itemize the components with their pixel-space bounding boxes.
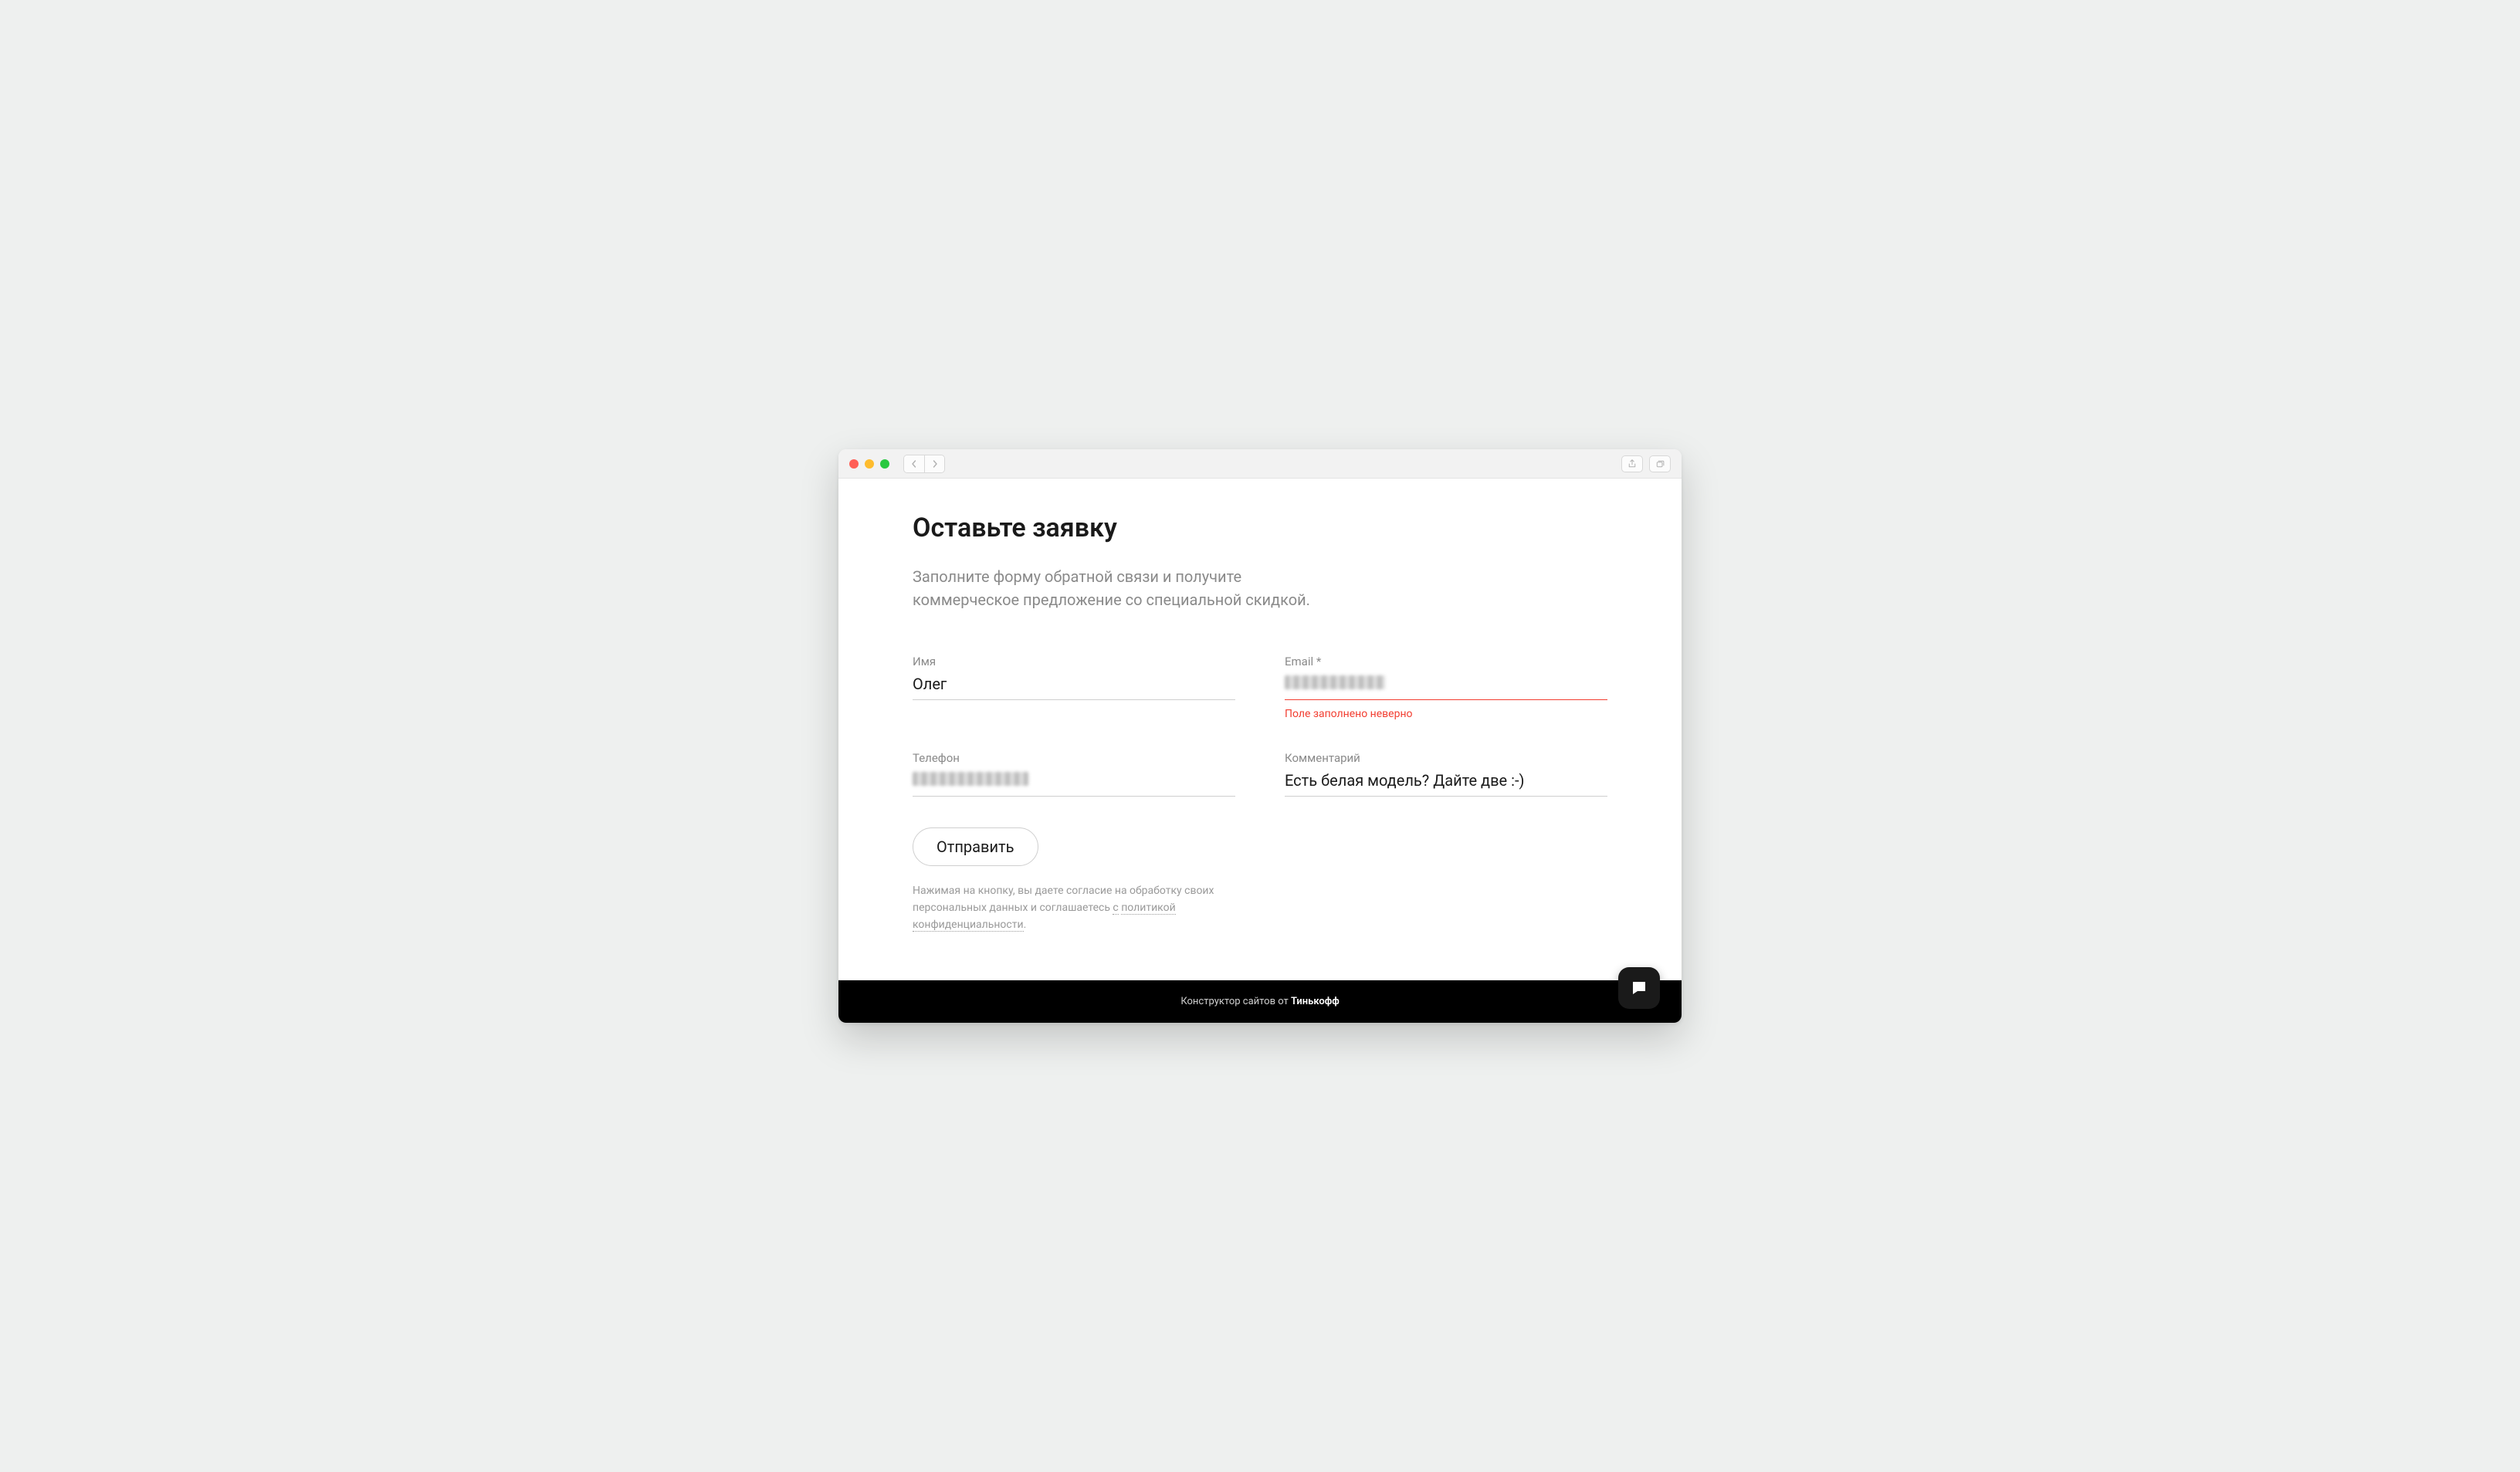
window-titlebar: [838, 449, 1682, 479]
window-minimize-button[interactable]: [865, 459, 874, 469]
field-name: Имя: [913, 655, 1235, 720]
browser-window: Оставьте заявку Заполните форму обратной…: [838, 449, 1682, 1022]
field-comment: Комментарий: [1285, 751, 1607, 797]
tabs-button[interactable]: [1649, 455, 1671, 472]
window-close-button[interactable]: [849, 459, 859, 469]
traffic-lights: [849, 459, 889, 469]
chat-icon: [1630, 979, 1648, 997]
consent-with-link[interactable]: с: [1113, 902, 1118, 915]
footer-brand: Тинькофф: [1291, 996, 1340, 1007]
comment-input[interactable]: [1285, 768, 1607, 797]
name-label: Имя: [913, 655, 1235, 668]
nav-back-button[interactable]: [904, 455, 924, 472]
phone-label: Телефон: [913, 751, 1235, 765]
consent-text: Нажимая на кнопку, вы даете согласие на …: [913, 883, 1221, 933]
page-title: Оставьте заявку: [913, 513, 1607, 543]
form: Имя Email * Поле заполнено неверно Телеф…: [913, 655, 1607, 797]
footer-text: Конструктор сайтов от: [1180, 996, 1291, 1007]
page-subtitle: Заполните форму обратной связи и получит…: [913, 565, 1345, 611]
email-error-text: Поле заполнено неверно: [1285, 708, 1607, 720]
window-fullscreen-button[interactable]: [880, 459, 889, 469]
comment-label: Комментарий: [1285, 751, 1607, 765]
redacted-phone: [913, 772, 1028, 786]
email-label: Email *: [1285, 655, 1607, 668]
email-input[interactable]: [1285, 672, 1607, 700]
chat-button[interactable]: [1618, 967, 1660, 1009]
field-email: Email * Поле заполнено неверно: [1285, 655, 1607, 720]
page-footer: Конструктор сайтов от Тинькофф: [838, 980, 1682, 1023]
phone-input[interactable]: [913, 768, 1235, 797]
share-button[interactable]: [1621, 455, 1643, 472]
consent-suffix: .: [1024, 919, 1027, 931]
name-input[interactable]: [913, 672, 1235, 700]
field-phone: Телефон: [913, 751, 1235, 797]
page-content: Оставьте заявку Заполните форму обратной…: [838, 479, 1682, 980]
nav-arrows: [903, 455, 945, 473]
nav-forward-button[interactable]: [924, 455, 944, 472]
redacted-email: [1285, 675, 1385, 689]
submit-button[interactable]: Отправить: [913, 827, 1038, 866]
